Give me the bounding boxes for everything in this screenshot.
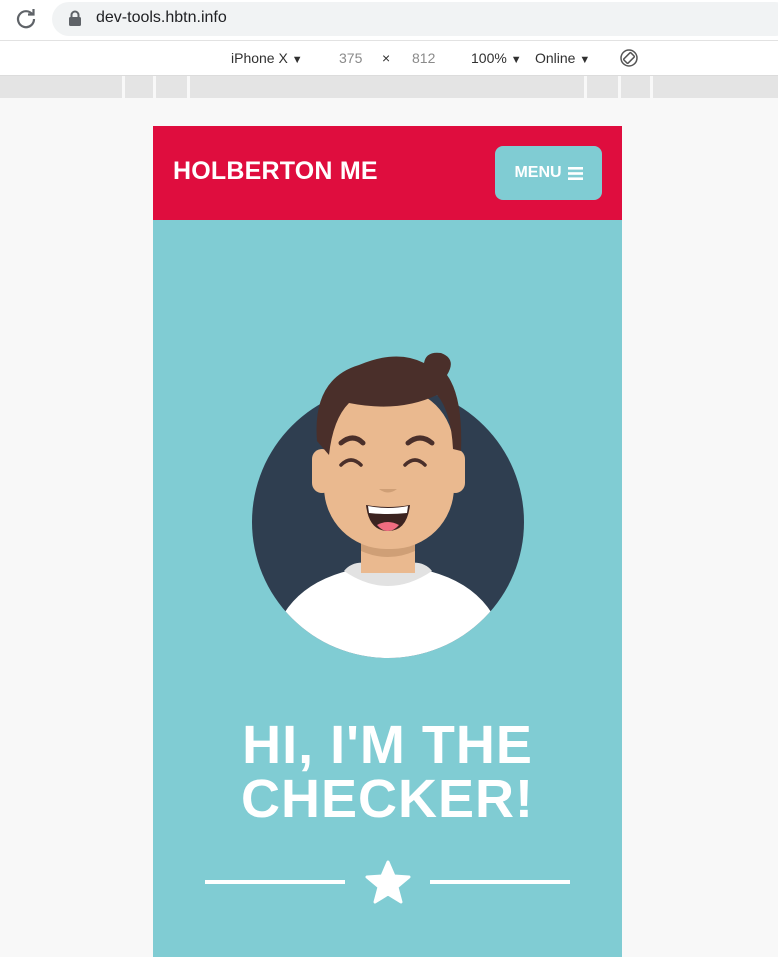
menu-label: MENU bbox=[514, 164, 562, 181]
headline-line-2: CHECKER! bbox=[240, 769, 534, 829]
url-text: dev-tools.hbtn.info bbox=[96, 9, 227, 26]
divider-line-right bbox=[430, 880, 570, 884]
rotate-icon[interactable] bbox=[619, 48, 639, 68]
device-toolbar: iPhone X ▼ 375 × 812 100% ▼ Online ▼ bbox=[0, 41, 778, 76]
divider-line-left bbox=[205, 880, 345, 884]
star-icon bbox=[365, 860, 411, 904]
reload-icon[interactable] bbox=[14, 7, 38, 31]
device-select[interactable]: iPhone X ▼ bbox=[231, 50, 303, 66]
hero-headline: HI, I'M THE CHECKER! bbox=[153, 718, 622, 826]
zoom-value: 100% bbox=[471, 50, 507, 66]
ruler-divider bbox=[122, 76, 125, 98]
zoom-caret-icon: ▼ bbox=[510, 54, 522, 66]
network-select[interactable]: Online ▼ bbox=[535, 50, 590, 66]
zoom-select[interactable]: 100% ▼ bbox=[471, 50, 522, 66]
headline-line-1: HI, I'M THE bbox=[242, 715, 533, 775]
device-name: iPhone X bbox=[231, 50, 288, 66]
navbar: HOLBERTON ME MENU bbox=[153, 126, 622, 220]
network-value: Online bbox=[535, 50, 576, 66]
lock-icon bbox=[69, 10, 81, 26]
device-viewport: HOLBERTON ME MENU HI, I'M THE CHECKER! bbox=[153, 126, 622, 957]
height-input[interactable]: 812 bbox=[412, 50, 435, 66]
address-bar[interactable]: dev-tools.hbtn.info bbox=[52, 2, 778, 36]
ruler-divider bbox=[618, 76, 621, 98]
ruler-divider bbox=[650, 76, 653, 98]
ruler-divider bbox=[584, 76, 587, 98]
dimension-separator: × bbox=[382, 50, 391, 66]
brand-title[interactable]: HOLBERTON ME bbox=[173, 157, 378, 186]
device-caret-icon: ▼ bbox=[291, 54, 303, 66]
hamburger-icon bbox=[567, 166, 583, 180]
network-caret-icon: ▼ bbox=[579, 54, 591, 66]
menu-button[interactable]: MENU bbox=[495, 146, 602, 200]
avatar-illustration bbox=[252, 352, 524, 658]
width-input[interactable]: 375 bbox=[339, 50, 362, 66]
browser-bar: dev-tools.hbtn.info bbox=[0, 0, 778, 41]
ruler-divider bbox=[187, 76, 190, 98]
ruler-divider bbox=[153, 76, 156, 98]
media-query-ruler[interactable] bbox=[0, 76, 778, 98]
